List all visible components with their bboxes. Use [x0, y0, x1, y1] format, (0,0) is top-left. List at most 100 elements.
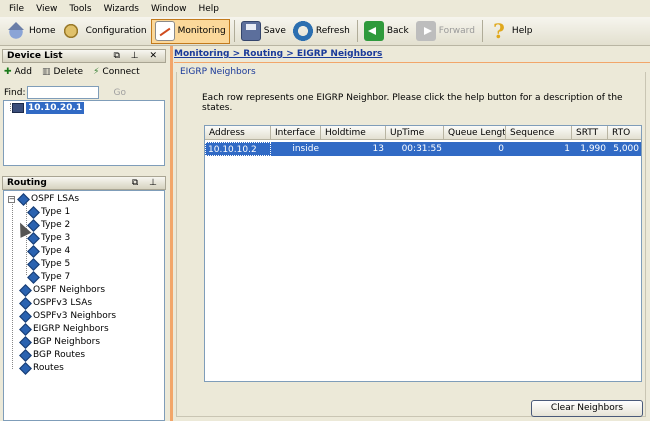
tree-item-ospfv3-neighbors[interactable]: OSPFv3 Neighbors [20, 310, 116, 322]
add-device-button[interactable]: ✚ Add [4, 67, 32, 77]
configuration-button[interactable]: Configuration [60, 19, 150, 44]
help-button[interactable]: ? Help [486, 19, 536, 44]
column-header[interactable]: Sequence [506, 126, 572, 140]
back-button[interactable]: Back [361, 19, 412, 44]
tree-item-ospfv3-lsas[interactable]: OSPFv3 LSAs [20, 297, 92, 309]
column-header[interactable]: Queue Length [444, 126, 506, 140]
routing-node-icon [20, 324, 30, 334]
forward-arrow-icon [415, 21, 436, 41]
column-header[interactable]: Interface [271, 126, 321, 140]
toolbar-separator [356, 20, 358, 42]
back-label: Back [386, 26, 409, 36]
column-header[interactable]: SRTT [572, 126, 608, 140]
tree-item-type-2[interactable]: Type 2 [28, 219, 70, 231]
tree-item-ospf-neighbors[interactable]: OSPF Neighbors [20, 284, 105, 296]
delete-device-button[interactable]: ▥ Delete [42, 67, 83, 77]
menu-wizards[interactable]: Wizards [104, 4, 139, 14]
save-label: Save [263, 26, 286, 36]
tree-item-bgp-neighbors[interactable]: BGP Neighbors [20, 336, 100, 348]
tree-item-eigrp-neighbors[interactable]: EIGRP Neighbors [20, 323, 109, 335]
trash-icon: ▥ [41, 67, 51, 77]
tree-item-label: Type 7 [41, 272, 71, 282]
refresh-button[interactable]: Refresh [290, 19, 353, 44]
routing-node-icon [28, 259, 38, 269]
routing-node-icon [20, 350, 30, 360]
panel-controls[interactable]: ⧉ ⊥ ✕ [113, 50, 161, 62]
gears-icon [62, 21, 83, 41]
tree-item-label: OSPFv3 LSAs [33, 298, 93, 308]
forward-button[interactable]: Forward [413, 19, 478, 44]
clear-neighbors-button[interactable]: Clear Neighbors [531, 400, 643, 417]
cell-queue-length: 0 [498, 144, 504, 154]
refresh-label: Refresh [315, 26, 350, 36]
tree-item-label: Type 1 [41, 207, 71, 217]
help-label: Help [511, 26, 533, 36]
routing-node-icon [20, 285, 30, 295]
monitoring-button[interactable]: Monitoring [150, 18, 230, 44]
configuration-label: Configuration [85, 26, 147, 36]
routing-node-icon [18, 194, 28, 204]
routing-node-icon [20, 311, 30, 321]
menu-tools[interactable]: Tools [69, 4, 91, 14]
column-header[interactable]: Holdtime [321, 126, 386, 140]
connect-label: Connect [102, 67, 140, 77]
toolbar: Home Configuration Monitoring Save Refre… [0, 17, 650, 46]
routing-node-icon [28, 272, 38, 282]
tree-item-label: Type 5 [41, 259, 71, 269]
back-arrow-icon [363, 21, 384, 41]
monitoring-label: Monitoring [177, 26, 226, 36]
save-button[interactable]: Save [238, 19, 289, 44]
toolbar-separator [481, 20, 483, 42]
tree-item-label: Routes [33, 363, 64, 373]
device-list-actions: ✚ Add ▥ Delete ⚡ Connect [4, 64, 150, 80]
device-list-title: Device List [7, 51, 63, 61]
breadcrumb-divider [174, 62, 650, 63]
tree-item-label: Type 3 [41, 233, 71, 243]
column-header[interactable]: RTO [608, 126, 641, 140]
find-input[interactable] [27, 86, 100, 99]
column-header[interactable]: UpTime [386, 126, 444, 140]
routing-node-icon [28, 207, 38, 217]
menu-window[interactable]: Window [151, 4, 187, 14]
cell-sequence: 1 [564, 144, 570, 154]
device-list-header: Device List ⧉ ⊥ ✕ [2, 49, 166, 63]
cell-interface: inside [292, 144, 319, 154]
eigrp-neighbors-table: Address Interface Holdtime UpTime Queue … [204, 125, 642, 382]
tree-item-type-1[interactable]: Type 1 [28, 206, 70, 218]
tree-item-label: OSPFv3 Neighbors [33, 311, 117, 321]
home-button[interactable]: Home [3, 19, 59, 44]
floppy-disk-icon [240, 21, 261, 41]
routing-node-icon [28, 233, 38, 243]
column-header[interactable]: Address [205, 126, 271, 140]
tree-item-label: EIGRP Neighbors [33, 324, 109, 334]
device-label: 10.10.20.1 [26, 102, 85, 114]
collapse-toggle-icon[interactable]: − [8, 195, 15, 203]
tree-item-label: BGP Routes [33, 350, 86, 360]
question-mark-icon: ? [493, 19, 505, 43]
tree-item-ospf-lsas[interactable]: − OSPF LSAs [8, 193, 79, 205]
tree-item-type-3[interactable]: Type 3 [28, 232, 70, 244]
cell-address: 10.10.10.2 [205, 142, 271, 156]
tree-item-type-7[interactable]: Type 7 [28, 271, 70, 283]
go-button[interactable]: Go [113, 88, 125, 98]
tree-item-routes[interactable]: Routes [20, 362, 64, 374]
breadcrumb[interactable]: Monitoring > Routing > EIGRP Neighbors [174, 49, 382, 59]
menu-file[interactable]: File [9, 4, 24, 14]
menu-help[interactable]: Help [198, 4, 219, 14]
find-row: Find: Go [4, 86, 126, 99]
tree-item-label: Type 2 [41, 220, 71, 230]
delete-label: Delete [53, 67, 84, 77]
tree-item-type-5[interactable]: Type 5 [28, 258, 70, 270]
tree-item-bgp-routes[interactable]: BGP Routes [20, 349, 85, 361]
table-header: Address Interface Holdtime UpTime Queue … [205, 126, 641, 140]
tree-item-type-4[interactable]: Type 4 [28, 245, 70, 257]
menu-view[interactable]: View [36, 4, 57, 14]
table-row[interactable]: 10.10.10.2 inside 13 00:31:55 0 1 1,990 … [205, 142, 641, 156]
cell-uptime: 00:31:55 [401, 144, 442, 154]
connect-device-button[interactable]: ⚡ Connect [93, 67, 140, 77]
home-label: Home [29, 26, 56, 36]
connect-plug-icon: ⚡ [93, 67, 100, 77]
panel-controls[interactable]: ⧉ ⊥ [132, 177, 161, 189]
refresh-icon [292, 21, 313, 41]
device-item[interactable]: 10.10.20.1 [12, 102, 85, 114]
